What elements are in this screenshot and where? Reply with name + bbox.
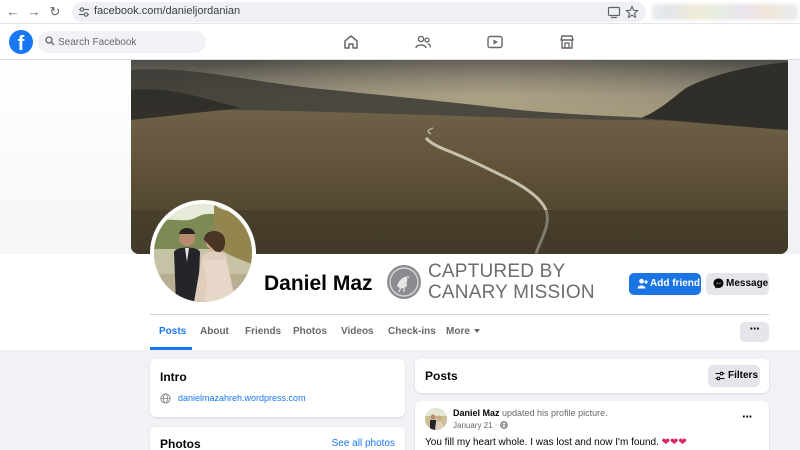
chevron-down-icon [473,329,480,334]
add-friend-button[interactable]: Add friend [629,273,701,295]
intro-card: Intro danielmazahreh.wordpress.com [150,359,405,417]
profile-options-button[interactable]: ··· [740,322,769,342]
tab-about[interactable]: About [200,326,229,337]
post-text: You fill my heart whole. I was lost and … [425,437,662,448]
filters-button[interactable]: Filters [708,365,760,387]
search-input[interactable] [58,31,202,53]
search-icon [45,36,55,46]
site-settings-icon[interactable] [78,6,90,18]
url-text[interactable]: facebook.com/danieljordanian [94,5,240,17]
facebook-logo[interactable]: f [9,30,33,54]
bookmark-star-icon[interactable] [624,4,640,20]
post-author-name[interactable]: Daniel Maz [453,408,500,418]
website-link[interactable]: danielmazahreh.wordpress.com [178,393,306,403]
profile-name: Daniel Maz [264,272,373,295]
address-bar[interactable]: facebook.com/danieljordanian [72,2,646,22]
forward-icon[interactable]: → [25,3,43,21]
filters-label: Filters [728,370,759,381]
canary-mission-watermark: CAPTURED BY CANARY MISSION [387,261,617,304]
globe-icon [160,393,171,404]
canary-bird-logo [387,265,421,299]
message-button[interactable]: Message [706,273,769,295]
post-body-text: You fill my heart whole. I was lost and … [425,437,687,448]
filter-sliders-icon [715,371,725,381]
blurred-extensions [652,4,798,20]
watermark-line-2: CANARY MISSION [428,282,595,303]
watch-icon[interactable] [486,33,504,51]
friends-icon[interactable] [414,33,432,51]
tab-check-ins[interactable]: Check-ins [388,326,436,337]
tab-more-label: More [446,326,470,337]
see-all-photos-link[interactable]: See all photos [332,438,395,449]
posts-title: Posts [425,369,458,383]
photos-card: Photos See all photos [150,427,405,450]
profile-avatar[interactable] [150,200,256,306]
profile-divider [150,314,769,315]
heart-emojis: ❤❤❤ [661,437,687,448]
post-action-text: updated his profile picture. [499,408,608,418]
search-box[interactable] [38,31,206,53]
post-date-text: January 21 · [453,421,498,430]
watermark-line-1: CAPTURED BY [428,261,566,282]
message-label: Message [726,278,769,289]
tab-more[interactable]: More [446,326,480,337]
tab-posts[interactable]: Posts [159,326,186,337]
browser-toolbar: ← → ↻ facebook.com/danieljordanian [0,0,800,24]
active-tab-indicator [150,347,192,350]
intro-title: Intro [160,370,187,384]
post-date[interactable]: January 21 · [453,421,508,430]
post-author-avatar[interactable] [425,408,447,430]
marketplace-icon[interactable] [558,33,576,51]
post-options-button[interactable]: ··· [742,409,753,424]
add-person-icon [637,278,648,289]
public-globe-icon [499,421,508,429]
install-app-icon[interactable] [606,4,622,20]
back-icon[interactable]: ← [4,3,22,21]
add-friend-label: Add friend [650,278,700,289]
tab-friends[interactable]: Friends [245,326,281,337]
tab-photos[interactable]: Photos [293,326,327,337]
reload-icon[interactable]: ↻ [46,3,64,21]
messenger-icon [713,278,724,289]
photos-title: Photos [160,437,201,450]
tab-videos[interactable]: Videos [341,326,374,337]
home-icon[interactable] [342,33,360,51]
facebook-header: f [0,24,800,60]
post-header-text: Daniel Maz updated his profile picture. [453,408,608,418]
